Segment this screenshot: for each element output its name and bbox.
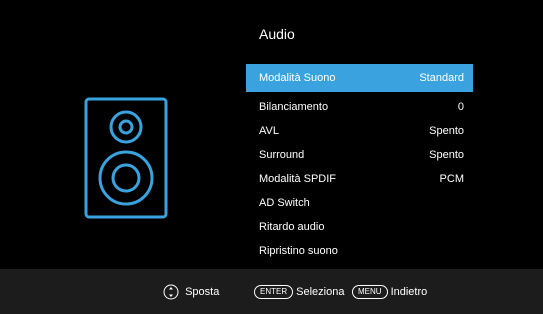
hint-back: MENU Indietro (352, 283, 427, 301)
menu-item-ritardo-audio[interactable]: Ritardo audio (246, 215, 473, 239)
menu-item-modalita-spdif[interactable]: Modalità SPDIF PCM (246, 167, 473, 191)
menu-item-value: 0 (457, 101, 464, 113)
menu-item-modalita-suono[interactable]: Modalità Suono Standard (246, 64, 473, 92)
menu-item-bilanciamento[interactable]: Bilanciamento 0 (246, 95, 473, 119)
menu-item-label: Modalità SPDIF (259, 173, 337, 185)
tv-audio-menu-screen: Audio Modalità Suono Standard Bilanciame… (0, 0, 543, 314)
navigation-arrows-icon (163, 284, 179, 300)
enter-key-badge: ENTER (254, 285, 294, 300)
menu-item-ripristino-suono[interactable]: Ripristino suono (246, 239, 473, 263)
speaker-icon (84, 97, 168, 219)
menu-title: Audio (259, 26, 295, 42)
menu-item-label: AD Switch (259, 197, 310, 209)
menu-item-label: Surround (259, 149, 305, 161)
menu-item-value: Spento (429, 125, 464, 137)
menu-item-value: Standard (419, 72, 464, 84)
menu-key-badge: MENU (352, 285, 388, 300)
menu-item-label: AVL (259, 125, 279, 137)
hint-select: ENTER Seleziona (254, 283, 344, 301)
menu-item-surround[interactable]: Surround Spento (246, 143, 473, 167)
menu-item-label: Bilanciamento (259, 101, 329, 113)
hint-move-label: Sposta (185, 286, 220, 299)
menu-item-avl[interactable]: AVL Spento (246, 119, 473, 143)
hint-move: Sposta (163, 283, 219, 301)
hint-select-label: Seleziona (296, 286, 345, 299)
audio-settings-list: Modalità Suono Standard Bilanciamento 0 … (246, 64, 473, 263)
menu-item-value: Spento (429, 149, 464, 161)
menu-item-label: Modalità Suono (259, 72, 336, 84)
menu-item-ad-switch[interactable]: AD Switch (246, 191, 473, 215)
help-bar: Sposta ENTER Seleziona MENU Indietro (0, 269, 543, 314)
hint-back-label: Indietro (390, 286, 428, 299)
menu-item-value: PCM (439, 173, 464, 185)
menu-item-label: Ripristino suono (259, 245, 338, 257)
menu-item-label: Ritardo audio (259, 221, 325, 233)
